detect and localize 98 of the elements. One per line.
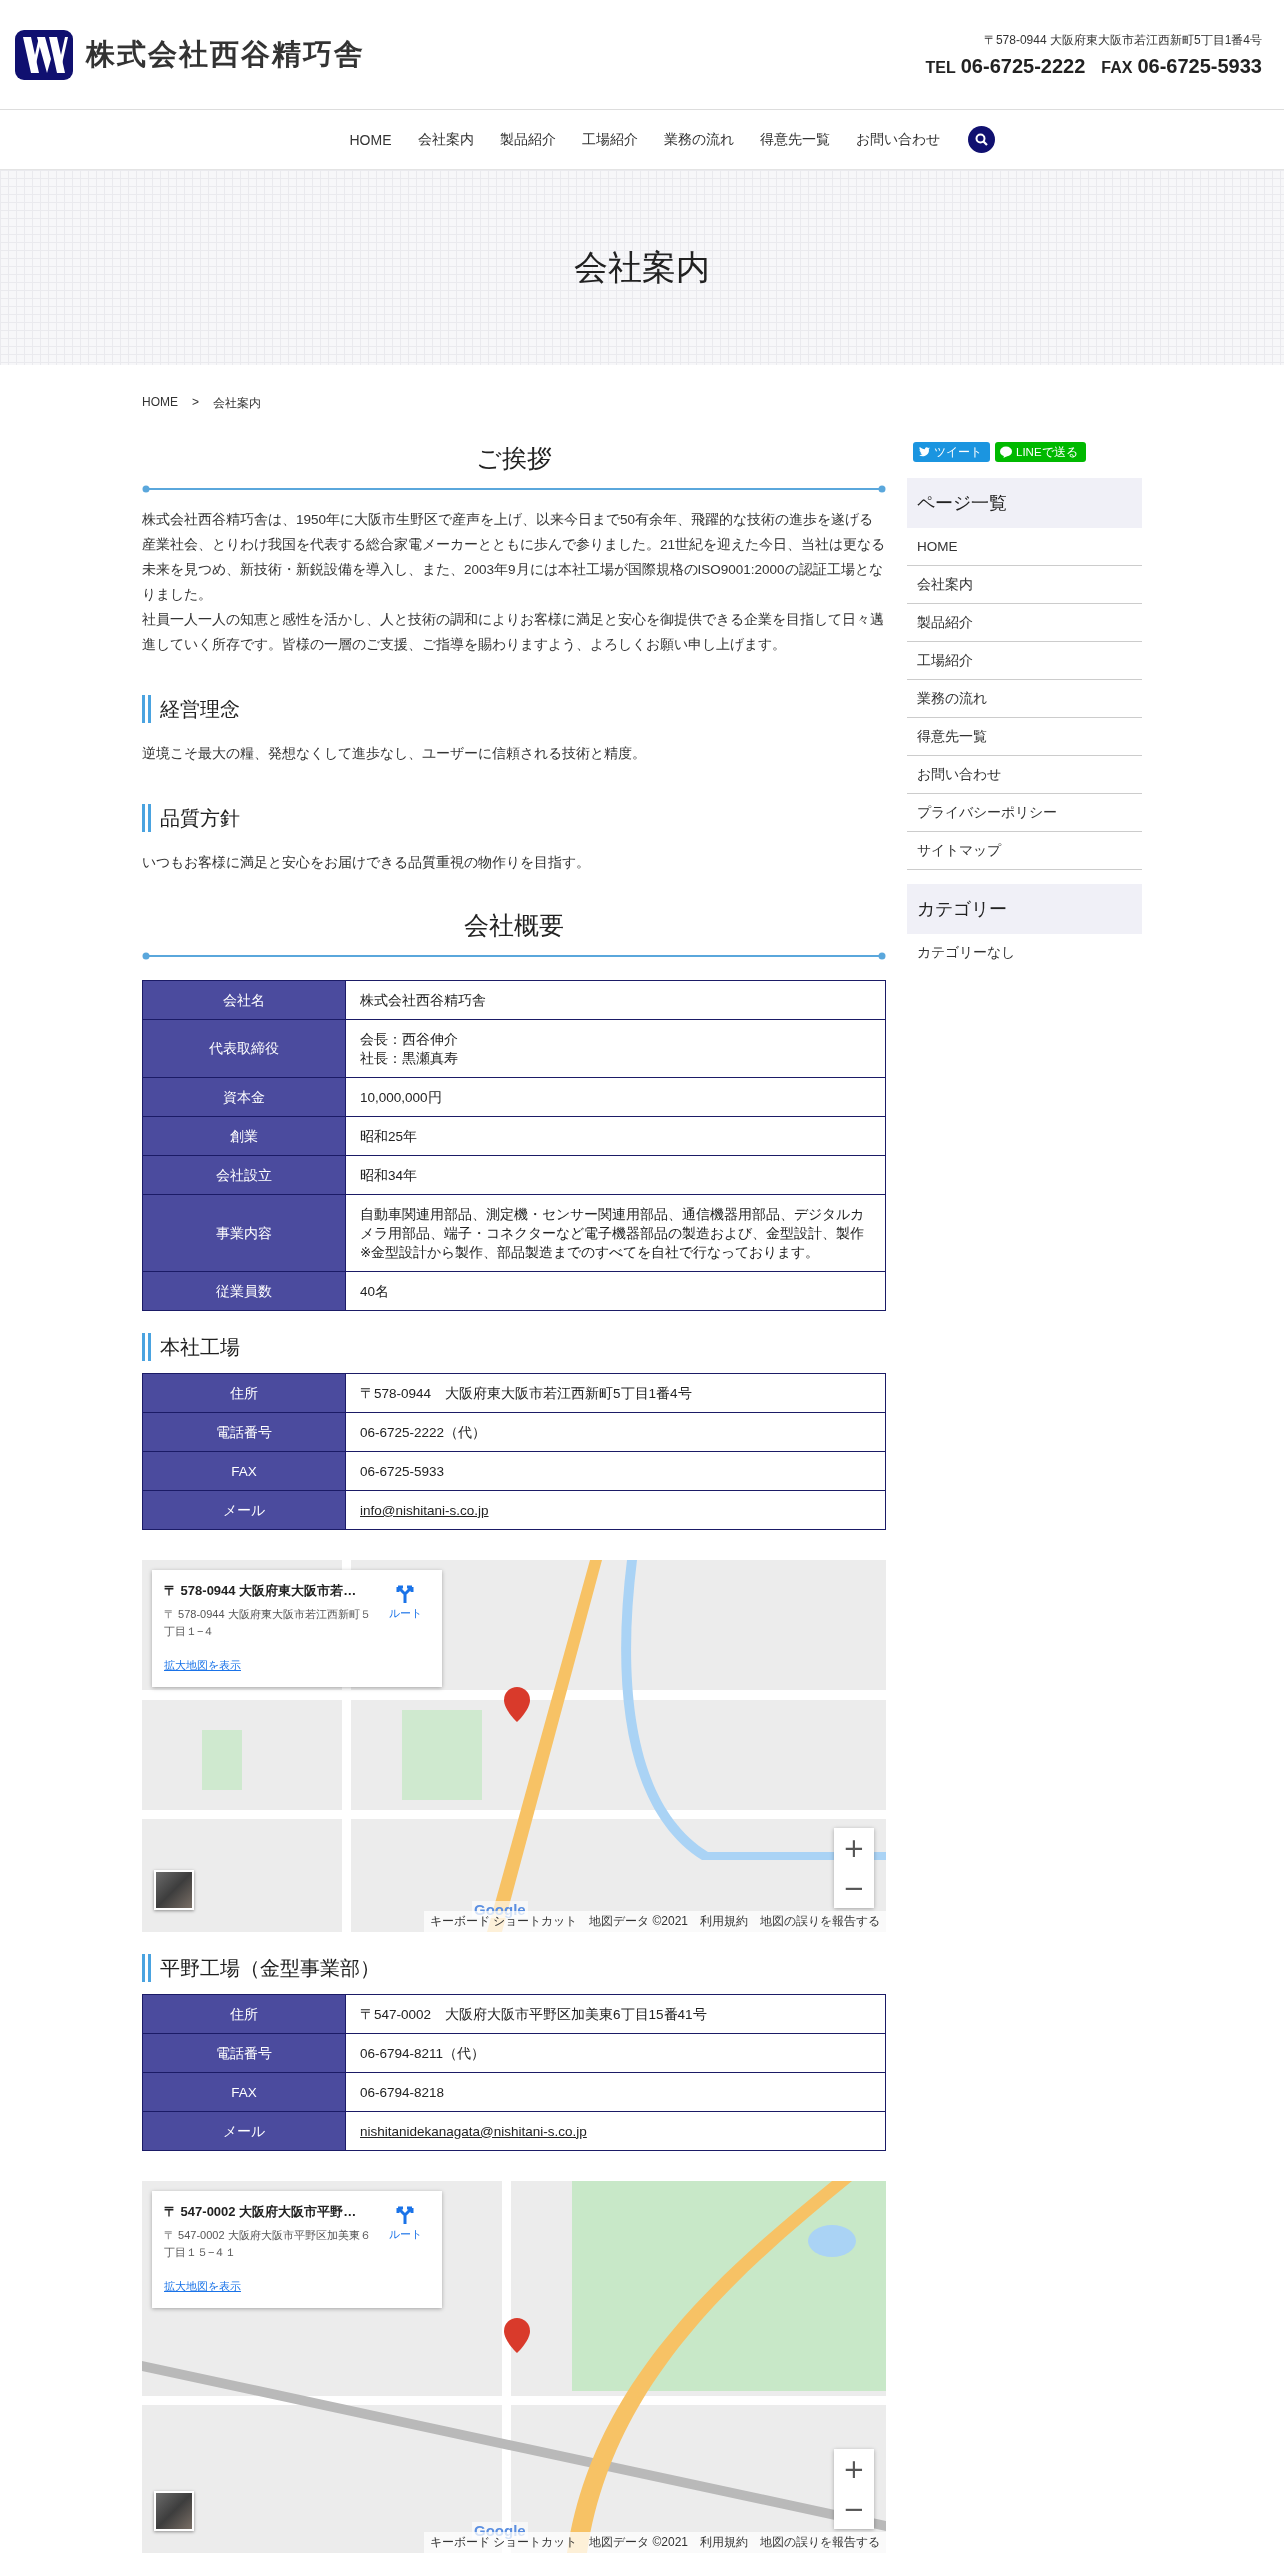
heading-accent-icon <box>142 695 151 723</box>
table-header-cell: メール <box>142 1490 346 1530</box>
map-place-title: 〒 547-0002 大阪府大阪市平野… <box>164 2203 358 2221</box>
speech-bubble-icon <box>1000 446 1012 458</box>
nav-link[interactable]: 業務の流れ <box>663 130 734 149</box>
nav-link[interactable]: HOME <box>349 131 392 148</box>
zoom-in-button[interactable]: + <box>834 1828 874 1868</box>
company-name: 株式会社西谷精巧舎 <box>86 36 365 72</box>
attribution-link[interactable]: 地図の誤りを報告する <box>760 2534 880 2551</box>
heading-accent-icon <box>142 1954 151 1982</box>
route-button[interactable]: ルート <box>380 2203 430 2261</box>
bird-icon <box>918 447 930 457</box>
section-heading: ご挨拶 <box>476 443 552 474</box>
route-button[interactable]: ルート <box>380 1582 430 1640</box>
table-header-cell: 電話番号 <box>142 1412 346 1452</box>
sidebar-link[interactable]: サイトマップ <box>907 832 1142 870</box>
attribution-link[interactable]: 利用規約 <box>700 2534 748 2551</box>
map-place-address: 〒 578-0944 大阪府東大阪市若江西新町５丁目１−４ <box>164 1607 372 1639</box>
logo-icon <box>14 28 74 81</box>
cell-text: 自動車関連用部品、測定機・センサー関連用部品、通信機器用部品、デジタルカメラ用部品、端子・コネクターなど電子機器部品の製造および、金型設計、製作 <box>360 1205 865 1243</box>
cell-text: ※金型設計から製作、部品製造までのすべてを自社で行なっております。 <box>360 1243 821 1262</box>
section-heading: 会社概要 <box>464 910 564 941</box>
map-place-address: 〒 547-0002 大阪府大阪市平野区加美東６丁目１５−４１ <box>164 2228 372 2260</box>
table-header-cell: 住所 <box>142 1994 346 2034</box>
map-type-button[interactable] <box>154 1870 194 1910</box>
table-header-cell: 創業 <box>142 1116 346 1156</box>
email-link[interactable]: nishitanidekanagata@nishitani-s.co.jp <box>360 2123 587 2139</box>
subsection-heading: 平野工場（金型事業部） <box>160 1955 380 1981</box>
sidebar-link[interactable]: 得意先一覧 <box>907 718 1142 756</box>
subsection-heading: 品質方針 <box>160 805 240 831</box>
breadcrumb-separator: > <box>192 395 199 411</box>
table-header-cell: 電話番号 <box>142 2033 346 2073</box>
table-cell: 06-6794-8211（代） <box>345 2033 886 2073</box>
sidebar-link[interactable]: カテゴリーなし <box>907 934 1142 971</box>
map-type-button[interactable] <box>154 2491 194 2531</box>
search-button[interactable] <box>967 126 995 153</box>
table-cell: 06-6794-8218 <box>345 2072 886 2112</box>
sidebar-link[interactable]: お問い合わせ <box>907 756 1142 794</box>
attribution-link[interactable]: 地図データ ©2021 <box>589 2534 688 2551</box>
attribution-link[interactable]: 地図データ ©2021 <box>589 1913 688 1930</box>
widget-title: カテゴリー <box>907 884 1142 934</box>
table-header-cell: 代表取締役 <box>142 1019 346 1078</box>
fax-number: FAX 06-6725-5933 <box>1101 54 1262 78</box>
nav-link[interactable]: お問い合わせ <box>855 130 940 149</box>
map-place-title: 〒 578-0944 大阪府東大阪市若… <box>164 1582 358 1600</box>
table-header-cell: 事業内容 <box>142 1194 346 1272</box>
sidebar-link[interactable]: プライバシーポリシー <box>907 794 1142 832</box>
zoom-in-button[interactable]: + <box>834 2449 874 2489</box>
body-text: 逆境こそ最大の糧、発想なくして進歩なし、ユーザーに信頼される技術と精度。 <box>142 745 647 763</box>
zoom-out-button[interactable]: − <box>834 2489 874 2529</box>
table-cell: 10,000,000円 <box>345 1077 886 1117</box>
breadcrumb-current: 会社案内 <box>213 395 261 412</box>
subsection-heading: 本社工場 <box>160 1334 240 1360</box>
nav-link[interactable]: 会社案内 <box>417 130 474 149</box>
table-cell: 〒578-0944 大阪府東大阪市若江西新町5丁目1番4号 <box>345 1373 886 1413</box>
phone-number: TEL 06-6725-2222 <box>925 54 1086 78</box>
table-header-cell: 会社設立 <box>142 1155 346 1195</box>
table-cell: 株式会社西谷精巧舎 <box>345 980 886 1020</box>
subsection-heading: 経営理念 <box>160 696 240 722</box>
nav-link[interactable]: 製品紹介 <box>499 130 556 149</box>
cell-text: 社長：黒瀬真寿 <box>360 1049 459 1068</box>
sidebar-link[interactable]: 工場紹介 <box>907 642 1142 680</box>
table-cell: 06-6725-2222（代） <box>345 1412 886 1452</box>
larger-map-link[interactable]: 拡大地図を表示 <box>164 2279 374 2294</box>
table-cell: 〒547-0002 大阪府大阪市平野区加美東6丁目15番41号 <box>345 1994 886 2034</box>
page-title: 会社案内 <box>574 246 710 288</box>
attribution-link[interactable]: 利用規約 <box>700 1913 748 1930</box>
search-icon <box>974 133 988 146</box>
table-header-cell: 従業員数 <box>142 1271 346 1311</box>
body-text: 社員一人一人の知恵と感性を活かし、人と技術の調和によりお客様に満足と安心を御提供できる企業を目指して日々邁進していく所存です。皆様の一層のご支援、ご指導を賜わりますよう、よろしくお願い申し上げます。 <box>142 611 885 654</box>
table-cell: 06-6725-5933 <box>345 1451 886 1491</box>
zoom-out-button[interactable]: − <box>834 1868 874 1908</box>
header-address: 〒578-0944 大阪府東大阪市若江西新町5丁目1番4号 <box>983 31 1262 49</box>
table-header-cell: FAX <box>142 1451 346 1491</box>
widget-title: ページ一覧 <box>907 478 1142 528</box>
heading-accent-icon <box>142 1333 151 1361</box>
attribution-link[interactable]: 地図の誤りを報告する <box>760 1913 880 1930</box>
sidebar-link[interactable]: HOME <box>907 528 1142 566</box>
table-header-cell: FAX <box>142 2072 346 2112</box>
larger-map-link[interactable]: 拡大地図を表示 <box>164 1658 374 1673</box>
breadcrumb-link[interactable]: HOME <box>142 395 178 412</box>
table-header-cell: 住所 <box>142 1373 346 1413</box>
sidebar-link[interactable]: 製品紹介 <box>907 604 1142 642</box>
cell-text: 会長：西谷伸介 <box>360 1030 459 1049</box>
heading-accent-icon <box>142 804 151 832</box>
body-text: 株式会社西谷精巧舎は、1950年に大阪市生野区で産声を上げ、以来今日まで50有余年、飛躍的な技術の進歩を遂げる産業社会、とりわけ我国を代表する総合家電メーカーとともに歩んで参りました。21世紀を迎えた今日、当社は更なる未来を見つめ、新技術・新鋭設備を導入し、また、2003年9月には本社工場が国際規格のISO9001:2000の認証工場となりました。 <box>142 511 886 604</box>
table-header-cell: 会社名 <box>142 980 346 1020</box>
table-header-cell: 資本金 <box>142 1077 346 1117</box>
body-text: いつもお客様に満足と安心をお届けできる品質重視の物作りを目指す。 <box>142 854 591 872</box>
nav-link[interactable]: 得意先一覧 <box>759 130 830 149</box>
table-cell: 昭和25年 <box>345 1116 886 1156</box>
nav-link[interactable]: 工場紹介 <box>581 130 638 149</box>
table-cell: 40名 <box>345 1271 886 1311</box>
table-cell: 昭和34年 <box>345 1155 886 1195</box>
sidebar-link[interactable]: 業務の流れ <box>907 680 1142 718</box>
sidebar-link[interactable]: 会社案内 <box>907 566 1142 604</box>
email-link[interactable]: info@nishitani-s.co.jp <box>360 1502 489 1518</box>
table-header-cell: メール <box>142 2111 346 2151</box>
